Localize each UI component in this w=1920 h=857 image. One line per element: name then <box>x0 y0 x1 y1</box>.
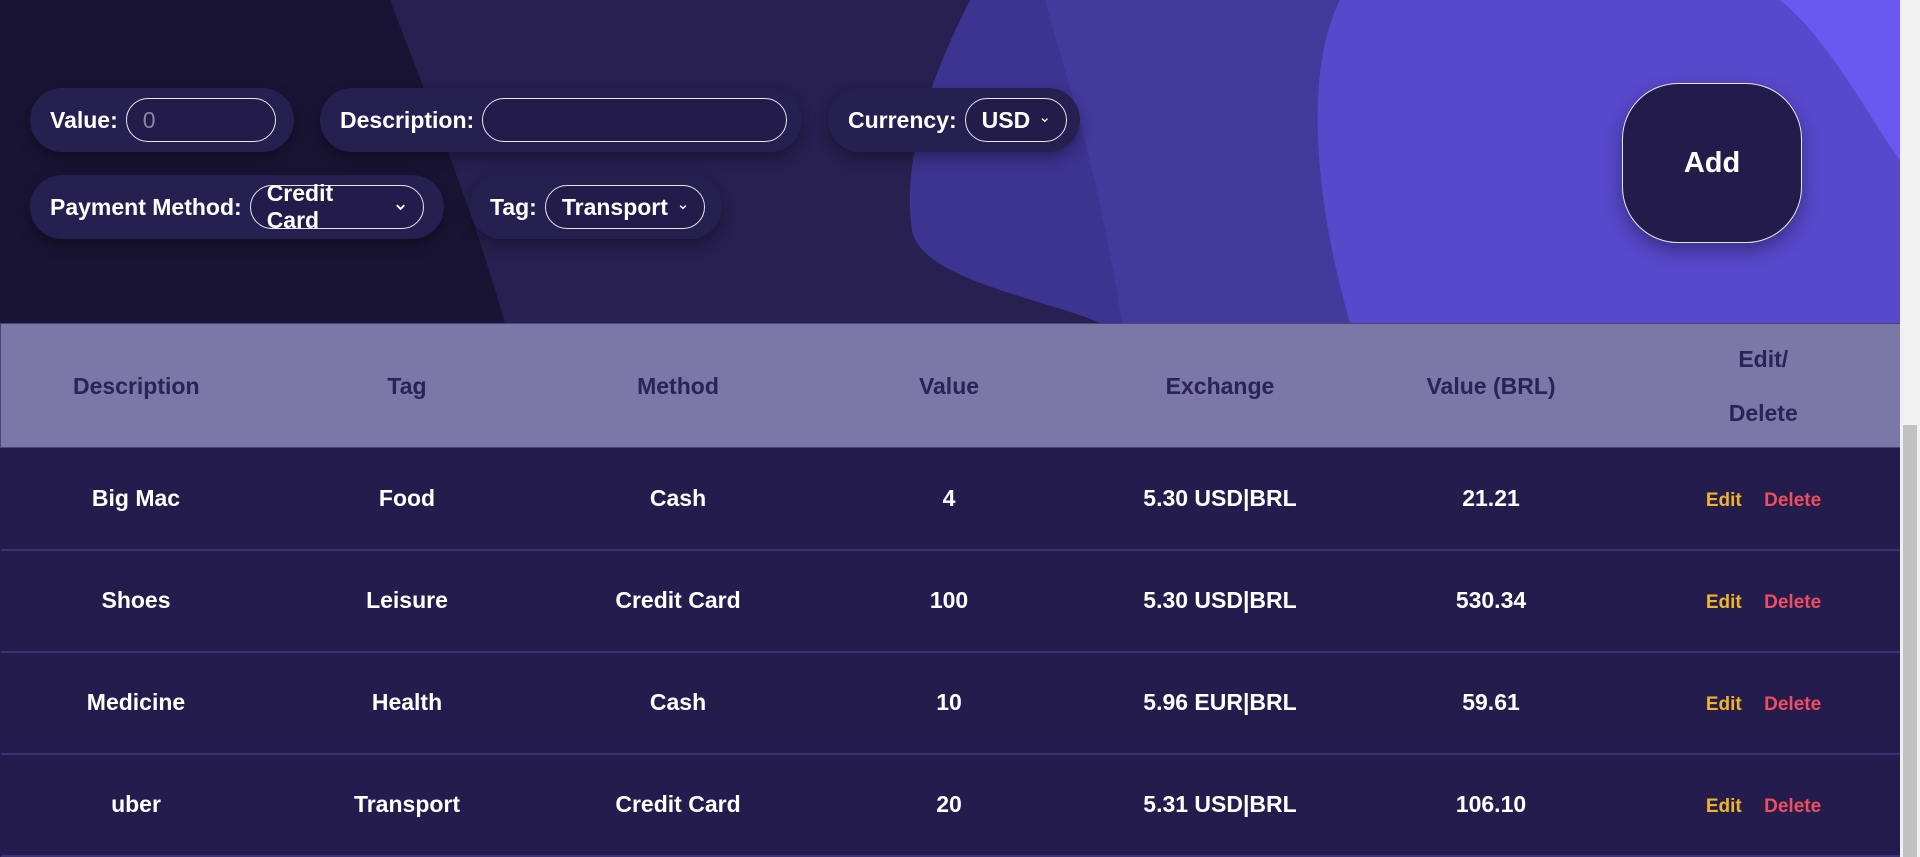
cell-tag: Leisure <box>366 587 448 613</box>
table-row: Medicine Health Cash 10 5.96 EUR|BRL 59.… <box>0 651 1901 754</box>
cell-description: Medicine <box>86 689 186 715</box>
cell-exchange: 5.96 EUR|BRL <box>1143 689 1297 715</box>
chevron-down-icon <box>679 205 687 210</box>
cell-method: Cash <box>649 689 707 715</box>
cell-value-brl: 530.34 <box>1455 587 1527 613</box>
cell-value: 100 <box>929 587 969 613</box>
value-input[interactable] <box>125 98 276 142</box>
header-delete-label: Delete <box>1728 399 1798 426</box>
payment-method-field-group: Payment Method: Credit Card <box>30 175 444 239</box>
header-edit-delete: Edit/ Delete <box>1626 323 1900 448</box>
cell-exchange: 5.30 USD|BRL <box>1143 587 1297 613</box>
tag-label: Tag: <box>490 193 537 220</box>
edit-button[interactable]: Edit <box>1706 694 1742 716</box>
expenses-table-container: Description Tag Method Value Exchange Va… <box>0 323 1900 857</box>
cell-value: 4 <box>942 484 956 511</box>
cell-description: Shoes <box>101 587 171 613</box>
background-waves <box>0 0 1900 323</box>
expenses-table: Description Tag Method Value Exchange Va… <box>0 323 1900 857</box>
cell-tag: Food <box>378 484 436 511</box>
cell-method: Credit Card <box>615 791 741 817</box>
cell-value: 10 <box>936 689 962 715</box>
cell-description: Big Mac <box>91 484 181 511</box>
expense-form-area: Value: Description: Currency: USD Paymen… <box>0 0 1900 323</box>
currency-label: Currency: <box>848 106 957 133</box>
expense-wallet-page: Value: Description: Currency: USD Paymen… <box>0 0 1920 857</box>
table-header: Description Tag Method Value Exchange Va… <box>0 323 1900 448</box>
header-tag: Tag <box>271 323 543 448</box>
currency-selected-value: USD <box>981 106 1031 133</box>
table-row: Big Mac Food Cash 4 5.30 USD|BRL 21.21 E… <box>0 447 1901 550</box>
tag-selected-value: Transport <box>561 193 668 220</box>
description-field-group: Description: <box>320 88 802 152</box>
currency-select[interactable]: USD <box>964 98 1067 142</box>
header-exchange: Exchange <box>1084 323 1356 448</box>
edit-button[interactable]: Edit <box>1706 490 1742 512</box>
value-label: Value: <box>50 106 118 133</box>
cell-method: Cash <box>649 484 707 511</box>
cell-value-brl: 106.10 <box>1455 791 1527 817</box>
tag-select[interactable]: Transport <box>544 185 705 229</box>
cell-description: uber <box>111 791 161 817</box>
chevron-down-icon <box>396 204 405 211</box>
add-expense-button[interactable]: Add <box>1622 83 1802 243</box>
payment-method-select[interactable]: Credit Card <box>249 180 424 233</box>
cell-actions: Edit Delete <box>1627 754 1901 856</box>
delete-button[interactable]: Delete <box>1764 490 1821 512</box>
scrollbar-thumb[interactable] <box>1903 425 1917 857</box>
cell-exchange: 5.31 USD|BRL <box>1143 791 1297 817</box>
cell-tag: Health <box>371 689 443 715</box>
delete-button[interactable]: Delete <box>1764 694 1821 716</box>
cell-tag: Transport <box>353 791 461 817</box>
description-label: Description: <box>340 106 475 133</box>
cell-actions: Edit Delete <box>1627 652 1901 754</box>
currency-field-group: Currency: USD <box>828 88 1080 152</box>
cell-method: Credit Card <box>615 587 741 613</box>
table-header-row: Description Tag Method Value Exchange Va… <box>0 323 1900 448</box>
vertical-scrollbar[interactable] <box>1900 0 1920 857</box>
cell-actions: Edit Delete <box>1627 550 1901 652</box>
header-edit-label: Edit/ <box>1738 345 1789 372</box>
delete-button[interactable]: Delete <box>1764 592 1821 614</box>
header-description: Description <box>0 323 272 448</box>
table-row: Shoes Leisure Credit Card 100 5.30 USD|B… <box>0 549 1901 652</box>
edit-button[interactable]: Edit <box>1706 592 1742 614</box>
description-input[interactable] <box>482 98 788 142</box>
edit-button[interactable]: Edit <box>1706 796 1742 818</box>
tag-field-group: Tag: Transport <box>470 175 722 239</box>
delete-button[interactable]: Delete <box>1764 796 1821 818</box>
cell-actions: Edit Delete <box>1627 448 1901 550</box>
payment-method-selected-value: Credit Card <box>266 180 334 233</box>
cell-value: 20 <box>936 791 962 817</box>
header-method: Method <box>542 323 814 448</box>
payment-method-label: Payment Method: <box>50 193 242 220</box>
cell-value-brl: 21.21 <box>1462 484 1520 511</box>
cell-exchange: 5.30 USD|BRL <box>1143 484 1297 511</box>
header-value-brl: Value (BRL) <box>1355 323 1627 448</box>
cell-value-brl: 59.61 <box>1462 689 1520 715</box>
table-body: Big Mac Food Cash 4 5.30 USD|BRL 21.21 E… <box>0 447 1901 856</box>
chevron-down-icon <box>1041 118 1049 123</box>
value-field-group: Value: <box>30 88 294 152</box>
table-row: uber Transport Credit Card 20 5.31 USD|B… <box>0 753 1901 856</box>
header-value: Value <box>813 323 1085 448</box>
